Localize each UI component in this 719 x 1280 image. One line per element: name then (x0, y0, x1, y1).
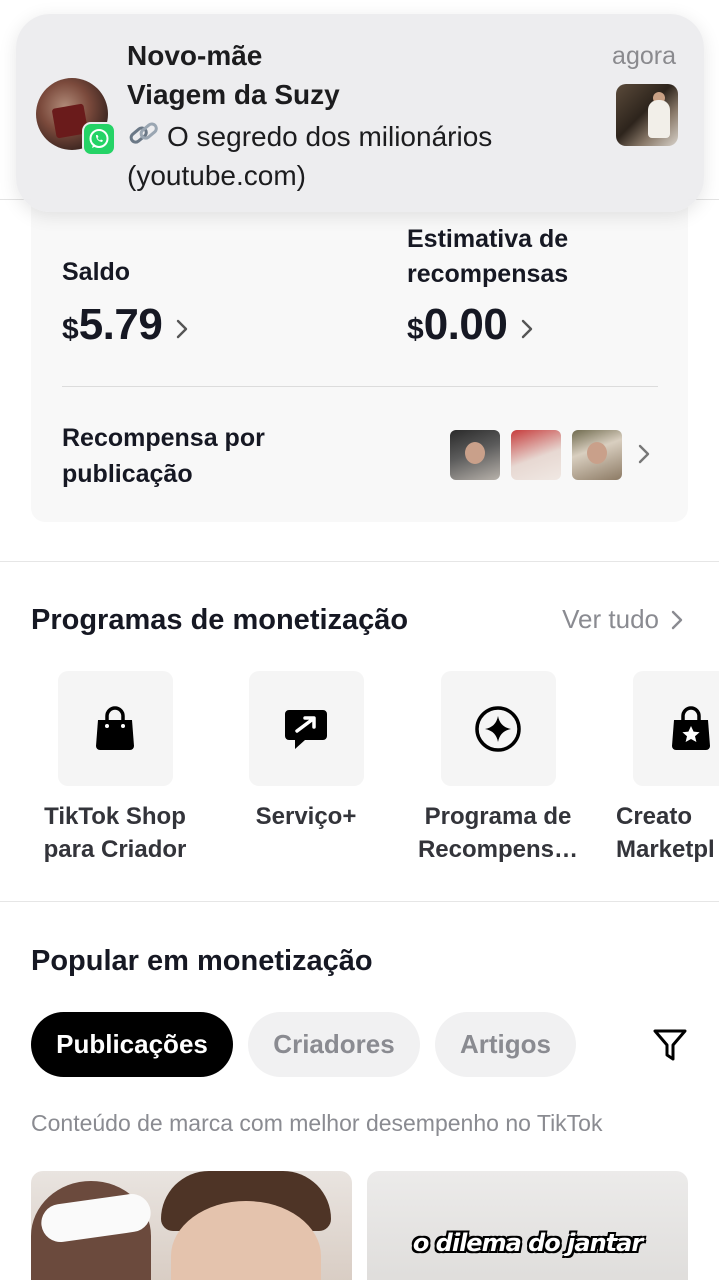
content-card[interactable] (31, 1171, 352, 1280)
notification-body: O segredo dos milionários (youtube.com) (127, 117, 597, 195)
tab-criadores[interactable]: Criadores (248, 1012, 420, 1077)
notification-time: agora (612, 42, 676, 70)
program-label: TikTok Shop para Criador (43, 803, 187, 863)
program-icon-box (57, 671, 173, 786)
saldo-label: Saldo (62, 258, 131, 286)
programs-title: Programas de monetização (31, 604, 409, 636)
reward-per-post-label[interactable]: Recompensa por publicação (62, 420, 342, 492)
link-icon (129, 122, 158, 144)
program-tiktok-shop[interactable]: TikTok Shop para Criador (20, 671, 210, 866)
saldo-amount: 5.79 (78, 300, 163, 349)
tab-artigos[interactable]: Artigos (435, 1012, 576, 1077)
notification-title: Novo-mãe (127, 40, 263, 71)
balance-card: Saldo $ 5.79 Estimativa de recompensas $… (31, 170, 688, 522)
section-divider (0, 901, 719, 902)
notification-subtitle: Viagem da Suzy (127, 79, 340, 110)
chat-arrow-icon (285, 709, 327, 749)
notification-banner[interactable]: Novo-mãe Viagem da Suzy O segredo dos mi… (16, 14, 704, 212)
chevron-right-icon (177, 319, 188, 339)
monetization-screen: Saldo $ 5.79 Estimativa de recompensas $… (0, 0, 719, 1280)
chevron-right-icon[interactable] (638, 444, 650, 464)
card-overlay-text: o dilema do jantar (412, 1229, 643, 1257)
shopping-bag-icon (96, 705, 134, 750)
chevron-right-icon (522, 319, 533, 339)
sparkle-circle-icon (475, 705, 521, 752)
popular-title: Popular em monetização (31, 945, 373, 977)
whatsapp-icon (82, 122, 116, 156)
star-bag-icon (671, 705, 710, 750)
content-card[interactable]: o dilema do jantar (367, 1171, 688, 1280)
chevron-right-icon (671, 610, 683, 629)
reward-thumbnail (572, 430, 622, 480)
program-label: Creato Marketpl (616, 803, 715, 863)
notification-thumbnail (616, 84, 678, 146)
reward-thumbnail (450, 430, 500, 480)
program-recompensas[interactable]: Programa de Recompens… (403, 671, 593, 866)
see-all-link[interactable]: Ver tudo (562, 604, 683, 635)
reward-thumbnail (511, 430, 561, 480)
saldo-value-button[interactable]: $ 5.79 (62, 300, 188, 350)
reward-thumbnails[interactable] (450, 430, 622, 480)
estimate-value-button[interactable]: $ 0.00 (407, 300, 533, 350)
popular-caption: Conteúdo de marca com melhor desempenho … (31, 1110, 603, 1136)
currency-symbol: $ (407, 313, 424, 346)
program-label: Programa de Recompens… (417, 803, 579, 863)
section-divider (0, 561, 719, 562)
currency-symbol: $ (62, 313, 79, 346)
program-servico-plus[interactable]: Serviço+ (211, 671, 401, 833)
tab-publicacoes[interactable]: Publicações (31, 1012, 233, 1077)
filter-icon[interactable] (652, 1027, 688, 1063)
program-icon-box (248, 671, 364, 786)
program-icon-box (440, 671, 556, 786)
program-label: Serviço+ (255, 803, 357, 830)
program-creator-marketplace[interactable]: Creato Marketpl (595, 671, 719, 866)
estimate-amount: 0.00 (423, 300, 508, 349)
notification-message: O segredo dos milionários (youtube.com) (127, 121, 493, 191)
card-divider (62, 386, 658, 387)
see-all-label: Ver tudo (562, 604, 659, 634)
program-icon-box (633, 671, 719, 786)
estimate-label: Estimativa de recompensas (407, 225, 569, 288)
